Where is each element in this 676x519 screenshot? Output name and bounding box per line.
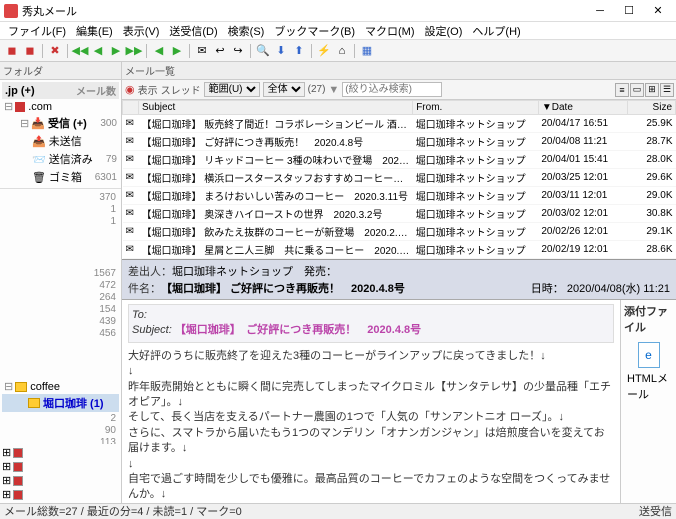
sidebar: フォルダ .jp (+) メール数 ⊟.com ⊟📥 受信 (+)300 📤 未… [0,62,122,503]
listpane-label: メール一覧 [122,62,676,80]
col-from[interactable]: From. [413,101,539,115]
range-select[interactable]: 範囲(U) [204,82,260,97]
menu-view[interactable]: 表示(V) [119,22,164,40]
view-btn-4[interactable]: ☰ [660,83,674,97]
message-list[interactable]: Subject From. ▼Date Size ✉【堀口珈琲】 販売終了間近！… [122,100,676,260]
preview-subject: 【堀口珈琲】 ご好評につき再販売！ 2020.4.8号 [161,280,405,296]
html-mail-icon: e [638,342,660,368]
table-row[interactable]: ✉【堀口珈琲】 星屑と二人三脚 共に乗るコーヒー 2020.2.19号堀口珈琲ネ… [123,241,676,259]
menubar: ファイル(F) 編集(E) 表示(V) 送受信(D) 検索(S) ブックマーク(… [0,22,676,40]
toolbar: ◼ ◼ ✖ ◀◀ ◀ ▶ ▶▶ ◀ ▶ ✉ ↩ ↪ 🔍 ⬇ ⬆ ⚡ ⌂ ▦ [0,40,676,62]
folder-sent[interactable]: 送信済み [49,151,93,167]
folder-unsent[interactable]: 未送信 [49,133,82,149]
app-title: 秀丸メール [22,3,586,19]
folder-list[interactable]: 370 1 1 1567 472 264 154 439 456 ⊟coffee… [0,189,121,444]
tb-nav-last[interactable]: ▶▶ [126,43,142,59]
preview-datetime: 2020/04/08(水) 11:21 [567,283,670,295]
tb-reply[interactable]: ↩ [212,43,228,59]
folder-coffee[interactable]: coffee [30,381,118,393]
tb-icon-2[interactable]: ◼ [22,43,38,59]
view-btn-3[interactable]: ⊞ [645,83,659,97]
minimize-button[interactable]: ─ [586,2,614,20]
close-button[interactable]: ✕ [644,2,672,20]
preview-sender: 堀口珈琲ネットショップ 発売： [172,263,337,279]
tb-compose[interactable]: ✉ [194,43,210,59]
menu-macro[interactable]: マクロ(M) [361,22,419,40]
preview-header: 差出人：堀口珈琲ネットショップ 発売： 件名：【堀口珈琲】 ご好評につき再販売！… [122,260,676,300]
tb-nav-prev[interactable]: ◀ [90,43,106,59]
search-input[interactable] [342,82,442,97]
tb-nav-next[interactable]: ▶ [108,43,124,59]
folder-trash[interactable]: ゴミ箱 [49,169,82,185]
menu-bookmark[interactable]: ブックマーク(B) [270,22,359,40]
attach-label: 添付ファイル [624,303,673,335]
table-row[interactable]: ✉【堀口珈琲】 横浜ロースタースタッフおすすめコーヒー 2020.3.25号堀口… [123,169,676,187]
table-row[interactable]: ✉【堀口珈琲】 リキッドコーヒー 3種の味わいで登場 2020.4.1号堀口珈琲… [123,151,676,169]
menu-sendrecv[interactable]: 送受信(D) [165,22,221,40]
mailbox-icon [15,102,25,112]
tb-next-unread[interactable]: ▶ [169,43,185,59]
tb-nav-first[interactable]: ◀◀ [72,43,88,59]
titlebar: 秀丸メール ─ ☐ ✕ [0,0,676,22]
range-opt-select[interactable]: 全体 [263,82,305,97]
menu-settings[interactable]: 設定(O) [421,22,467,40]
filterbar: ◉ 表示 スレッド 範囲(U) 全体 (27) ▼ ≡ ▭ ⊞ ☰ [122,80,676,100]
menu-file[interactable]: ファイル(F) [4,22,70,40]
view-btn-1[interactable]: ≡ [615,83,629,97]
table-row[interactable]: ✉【堀口珈琲】 販売終了間近！コラボレーションビール 酒爽 2020.4.17号… [123,115,676,133]
folder-icon [15,382,27,392]
tb-icon-3[interactable]: ✖ [47,43,63,59]
folder-icon [28,398,40,408]
status-right[interactable]: 送受信 [639,503,672,519]
tb-grid[interactable]: ▦ [359,43,375,59]
table-row[interactable]: ✉【堀口珈琲】 ご好評につき再販売！ 2020.4.8号堀口珈琲ネットショップ2… [123,133,676,151]
view-btn-2[interactable]: ▭ [630,83,644,97]
app-icon [4,4,18,18]
tb-lightning[interactable]: ⚡ [316,43,332,59]
thread-label[interactable]: スレッド [161,82,201,97]
tb-prev-unread[interactable]: ◀ [151,43,167,59]
menu-search[interactable]: 検索(S) [224,22,269,40]
tb-up[interactable]: ⬆ [291,43,307,59]
tb-down[interactable]: ⬇ [273,43,289,59]
table-row[interactable]: ✉【堀口珈琲】 まろけおいしい苦みのコーヒー 2020.3.11号堀口珈琲ネット… [123,187,676,205]
account-header[interactable]: .jp (+) [5,85,35,97]
col-size[interactable]: Size [627,101,675,115]
col-date[interactable]: ▼Date [538,101,627,115]
status-squares: ⊞ ⊞ ⊞ ⊞ [0,444,121,503]
tb-search[interactable]: 🔍 [255,43,271,59]
count-label: (27) [308,84,326,95]
count-header: メール数 [76,83,116,98]
folder-inbox[interactable]: 受信 (+) [48,115,87,131]
menu-edit[interactable]: 編集(E) [72,22,117,40]
preview-pane[interactable]: To: Subject: 【堀口珈琲】 ご好評につき再販売！ 2020.4.8号… [122,300,620,503]
status-left: メール総数=27 / 最近の分=4 / 未読=1 / マーク=0 [4,503,242,519]
col-subject[interactable]: Subject [138,101,412,115]
view-label: 表示 [138,82,158,97]
sidebar-label: フォルダ [0,62,121,80]
statusbar: メール総数=27 / 最近の分=4 / 未読=1 / マーク=0 送受信 [0,503,676,518]
account-name[interactable]: .com [28,101,52,113]
attachment-pane: 添付ファイル e HTMLメール [620,300,676,503]
tb-forward[interactable]: ↪ [230,43,246,59]
menu-help[interactable]: ヘルプ(H) [468,22,524,40]
tb-home[interactable]: ⌂ [334,43,350,59]
table-row[interactable]: ✉【堀口珈琲】 奥深きハイローストの世界 2020.3.2号堀口珈琲ネットショッ… [123,205,676,223]
maximize-button[interactable]: ☐ [615,2,643,20]
table-row[interactable]: ✉【堀口珈琲】 飲みたえ抜群のコーヒーが新登場 2020.2.26号堀口珈琲ネッ… [123,223,676,241]
filter-icon[interactable]: ◉ [125,83,135,96]
tb-icon-1[interactable]: ◼ [4,43,20,59]
attachment-item[interactable]: e HTMLメール [624,339,673,405]
folder-selected[interactable]: 堀口珈琲 (1) [43,395,118,411]
